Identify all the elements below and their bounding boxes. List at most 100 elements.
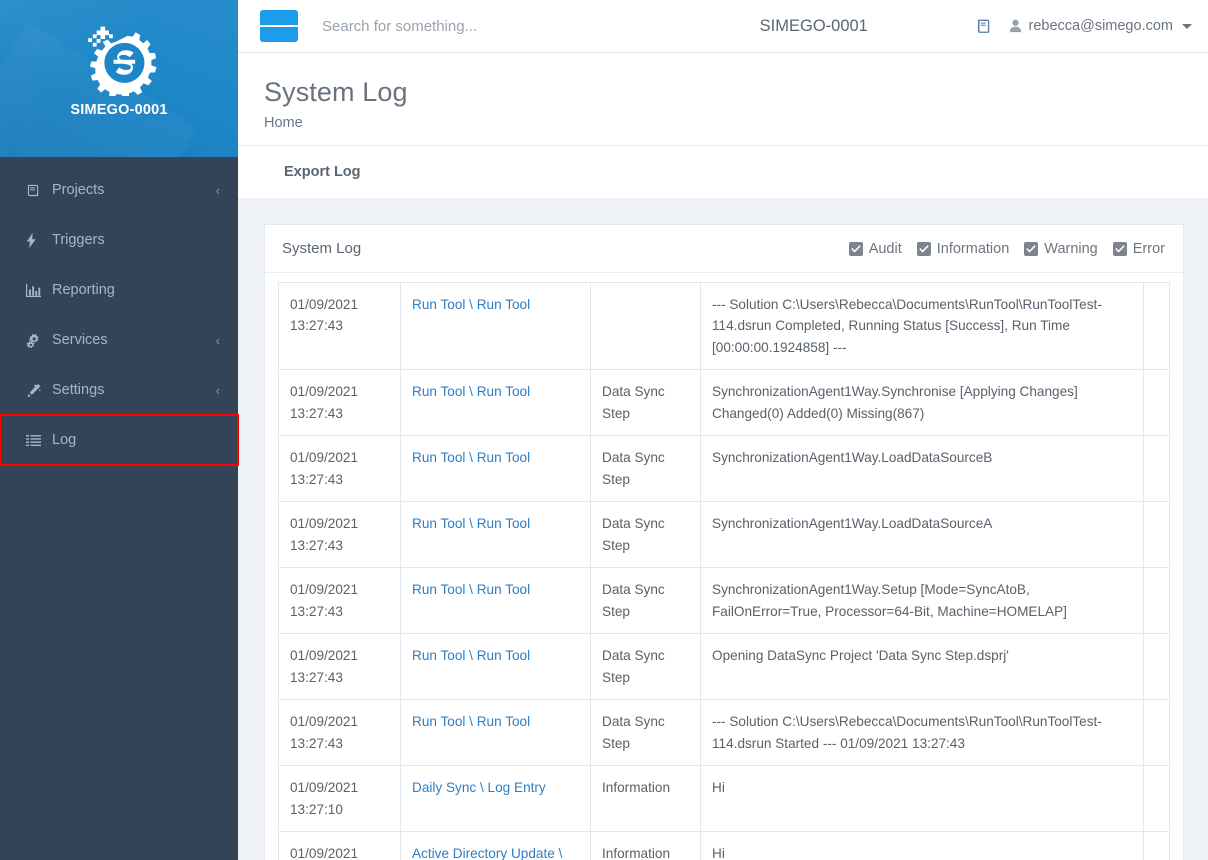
chevron-left-icon: ‹ (215, 182, 220, 198)
checkbox-checked-icon[interactable] (848, 241, 863, 256)
tab-bar: Export Log (238, 145, 1208, 198)
sidebar-brand: SIMEGO-0001 (0, 0, 238, 157)
filter-warning[interactable]: Warning (1024, 240, 1098, 257)
log-project-link[interactable]: Run Tool \ Run Tool (412, 648, 530, 663)
log-time: 13:27:43 (290, 603, 343, 619)
log-actions-cell (1143, 281, 1170, 371)
log-time: 13:27:10 (290, 801, 343, 817)
sidebar-brand-name: SIMEGO-0001 (70, 102, 168, 118)
sidebar: SIMEGO-0001 Projects ‹ Triggers Reportin… (0, 0, 239, 860)
table-row: 01/09/2021 13:27:10 Daily Sync \ Log Entry… (278, 765, 1170, 832)
book-icon[interactable] (976, 18, 993, 35)
top-bar-right: rebecca@simego.com (976, 18, 1192, 35)
log-message-cell: SynchronizationAgent1Way.LoadDataSourceA (700, 501, 1144, 569)
filter-label: Audit (868, 240, 902, 257)
log-message-cell: Opening DataSync Project 'Data Sync Step… (700, 633, 1144, 701)
log-time: 13:27:43 (290, 669, 343, 685)
checkbox-checked-icon[interactable] (1112, 241, 1127, 256)
list-icon (26, 433, 48, 448)
sidebar-item-projects[interactable]: Projects ‹ (0, 165, 238, 215)
log-actions-cell (1143, 830, 1170, 860)
book-icon (26, 183, 48, 198)
log-type-cell: Data Sync Step (590, 699, 701, 767)
filter-audit[interactable]: Audit (848, 240, 902, 257)
log-type-cell: Data Sync Step (590, 501, 701, 569)
menu-toggle-button[interactable] (260, 10, 299, 42)
log-project-cell: Run Tool \ Run Tool (400, 369, 591, 437)
user-icon (1009, 19, 1022, 33)
log-project-link[interactable]: Run Tool \ Run Tool (412, 297, 530, 312)
log-timestamp-cell: 01/09/2021 13:27:43 (278, 281, 401, 371)
hamburger-icon-bar (272, 25, 286, 27)
search-input[interactable] (322, 17, 652, 35)
system-log-panel: System Log Audit Information Warning Err… (264, 224, 1184, 860)
sidebar-nav: Projects ‹ Triggers Reporting Services ‹… (0, 157, 239, 466)
filter-label: Warning (1044, 240, 1098, 257)
log-actions-cell (1143, 699, 1170, 767)
log-project-cell: Active Directory Update \ Log Entry (400, 830, 591, 860)
magic-wand-icon (26, 383, 48, 398)
breadcrumb[interactable]: Home (264, 115, 1208, 131)
table-row: 01/09/2021 13:27:43 Run Tool \ Run Tool Dat… (278, 567, 1170, 635)
filter-error[interactable]: Error (1112, 241, 1165, 257)
sidebar-item-log[interactable]: Log (0, 414, 239, 466)
top-bar-title: SIMEGO-0001 (759, 16, 868, 35)
log-type-cell: Information (590, 765, 701, 832)
log-project-cell: Daily Sync \ Log Entry (400, 765, 591, 832)
table-row: 01/09/2021 13:27:43 Run Tool \ Run Tool Dat… (278, 435, 1170, 503)
tab-export-log[interactable]: Export Log (284, 164, 361, 180)
log-project-link[interactable]: Run Tool \ Run Tool (412, 516, 530, 531)
log-type-cell: Data Sync Step (590, 633, 701, 701)
log-actions-cell (1143, 567, 1170, 635)
sidebar-item-label: Projects (52, 182, 105, 198)
log-actions-cell (1143, 633, 1170, 701)
log-actions-cell (1143, 501, 1170, 569)
log-timestamp-cell: 01/09/2021 13:27:43 (278, 699, 401, 767)
log-message-cell: SynchronizationAgent1Way.LoadDataSourceB (700, 435, 1144, 503)
log-project-link[interactable]: Run Tool \ Run Tool (412, 714, 530, 729)
log-type-cell: Data Sync Step (590, 567, 701, 635)
log-type-cell: Information (590, 830, 701, 860)
gear-logo-icon (80, 22, 158, 100)
log-project-link[interactable]: Run Tool \ Run Tool (412, 450, 530, 465)
filter-information[interactable]: Information (916, 241, 1009, 257)
sidebar-item-triggers[interactable]: Triggers (0, 215, 238, 265)
log-table-wrapper: 01/09/2021 13:27:43 Run Tool \ Run Tool ---… (265, 273, 1183, 860)
log-message-cell: Hi (700, 765, 1144, 832)
checkbox-checked-icon[interactable] (916, 241, 931, 256)
user-menu[interactable]: rebecca@simego.com (1009, 18, 1192, 34)
log-type-cell: Data Sync Step (590, 435, 701, 503)
log-message-cell: Hi (700, 830, 1144, 860)
sidebar-item-label: Triggers (52, 232, 105, 248)
sidebar-item-label: Reporting (52, 282, 115, 298)
table-row: 01/09/2021 13:27:43 Run Tool \ Run Tool ---… (278, 281, 1170, 371)
log-project-cell: Run Tool \ Run Tool (400, 699, 591, 767)
log-project-link[interactable]: Run Tool \ Run Tool (412, 582, 530, 597)
log-time: 13:27:43 (290, 735, 343, 751)
sidebar-item-services[interactable]: Services ‹ (0, 315, 238, 365)
log-project-link[interactable]: Run Tool \ Run Tool (412, 384, 530, 399)
sidebar-item-label: Services (52, 332, 108, 348)
log-level-filters: Audit Information Warning Error (848, 240, 1165, 257)
app-root: SIMEGO-0001 Projects ‹ Triggers Reportin… (0, 0, 1208, 860)
log-project-cell: Run Tool \ Run Tool (400, 281, 591, 371)
panel-title: System Log (282, 240, 362, 257)
log-project-cell: Run Tool \ Run Tool (400, 633, 591, 701)
page-title: System Log (264, 77, 408, 107)
log-project-cell: Run Tool \ Run Tool (400, 501, 591, 569)
log-project-link[interactable]: Active Directory Update \ Log Entry (412, 846, 562, 860)
log-table: 01/09/2021 13:27:43 Run Tool \ Run Tool ---… (278, 281, 1170, 860)
hamburger-icon-bar (260, 25, 273, 27)
table-row: 01/09/2021 13:27:43 Run Tool \ Run Tool Dat… (278, 633, 1170, 701)
table-row: 01/09/2021 13:27:43 Run Tool \ Run Tool Dat… (278, 699, 1170, 767)
log-message-cell: --- Solution C:\Users\Rebecca\Documents\… (700, 281, 1144, 371)
sidebar-item-settings[interactable]: Settings ‹ (0, 365, 238, 415)
bolt-icon (26, 232, 48, 248)
checkbox-checked-icon[interactable] (1024, 241, 1039, 256)
log-time: 13:27:43 (290, 471, 343, 487)
log-time: 13:27:43 (290, 405, 343, 421)
top-bar: SIMEGO-0001 rebecca@simego.com (238, 0, 1208, 53)
sidebar-item-reporting[interactable]: Reporting (0, 265, 238, 315)
log-project-link[interactable]: Daily Sync \ Log Entry (412, 780, 546, 795)
log-actions-cell (1143, 369, 1170, 437)
